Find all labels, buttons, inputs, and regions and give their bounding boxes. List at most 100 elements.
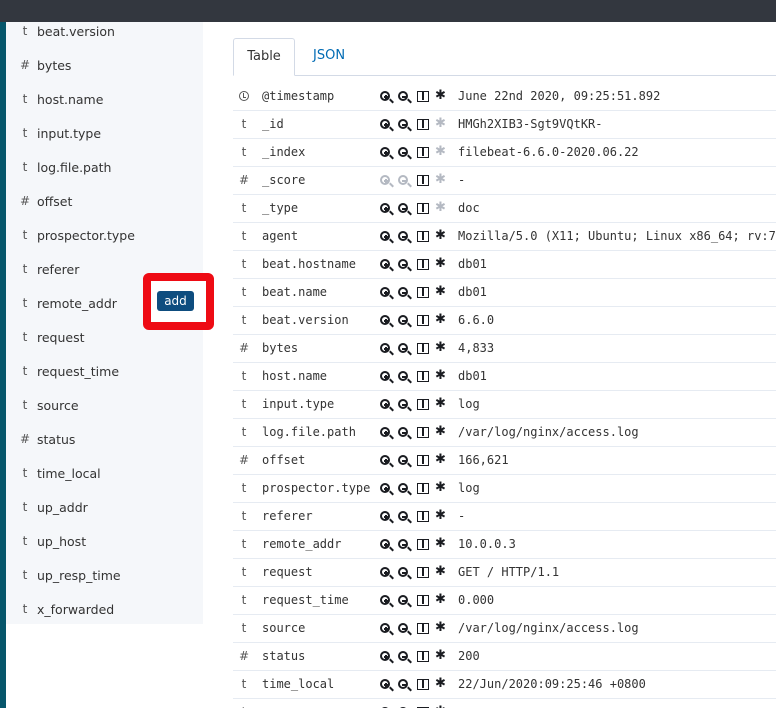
toggle-column-icon[interactable] — [417, 258, 429, 272]
zoom-in-icon[interactable] — [380, 538, 392, 552]
zoom-in-icon[interactable] — [380, 678, 392, 692]
zoom-out-icon[interactable] — [398, 426, 410, 440]
toggle-column-icon[interactable] — [417, 454, 429, 468]
toggle-column-icon[interactable] — [417, 426, 429, 440]
zoom-in-icon[interactable] — [380, 118, 392, 132]
zoom-in-icon[interactable] — [380, 174, 392, 188]
sidebar-field-item[interactable]: t beat.version — [6, 22, 203, 56]
zoom-in-icon[interactable] — [380, 482, 392, 496]
sidebar-field-item[interactable]: # offset — [6, 192, 203, 226]
zoom-out-icon[interactable] — [398, 258, 410, 272]
zoom-out-icon[interactable] — [398, 202, 410, 216]
asterisk-icon[interactable]: ✱ — [435, 144, 447, 160]
sidebar-field-item[interactable]: t request_time — [6, 362, 203, 396]
asterisk-icon[interactable]: ✱ — [435, 536, 447, 552]
sidebar-field-item[interactable]: # status — [6, 430, 203, 464]
zoom-in-icon[interactable] — [380, 426, 392, 440]
zoom-in-icon[interactable] — [380, 650, 392, 664]
asterisk-icon[interactable]: ✱ — [435, 452, 447, 468]
toggle-column-icon[interactable] — [417, 678, 429, 692]
zoom-out-icon[interactable] — [398, 566, 410, 580]
zoom-out-icon[interactable] — [398, 454, 410, 468]
sidebar-field-item[interactable]: # bytes — [6, 56, 203, 90]
zoom-out-icon[interactable] — [398, 314, 410, 328]
zoom-out-icon[interactable] — [398, 286, 410, 300]
zoom-in-icon[interactable] — [380, 90, 392, 104]
zoom-in-icon[interactable] — [380, 146, 392, 160]
asterisk-icon[interactable]: ✱ — [435, 648, 447, 664]
asterisk-icon[interactable]: ✱ — [435, 312, 447, 328]
toggle-column-icon[interactable] — [417, 230, 429, 244]
zoom-out-icon[interactable] — [398, 342, 410, 356]
zoom-out-icon[interactable] — [398, 678, 410, 692]
zoom-in-icon[interactable] — [380, 454, 392, 468]
zoom-out-icon[interactable] — [398, 650, 410, 664]
zoom-out-icon[interactable] — [398, 230, 410, 244]
sidebar-field-item[interactable]: t up_host — [6, 532, 203, 566]
toggle-column-icon[interactable] — [417, 342, 429, 356]
zoom-in-icon[interactable] — [380, 230, 392, 244]
toggle-column-icon[interactable] — [417, 622, 429, 636]
zoom-out-icon[interactable] — [398, 594, 410, 608]
zoom-in-icon[interactable] — [380, 566, 392, 580]
asterisk-icon[interactable]: ✱ — [435, 284, 447, 300]
toggle-column-icon[interactable] — [417, 146, 429, 160]
add-field-button[interactable]: add — [157, 291, 194, 311]
zoom-in-icon[interactable] — [380, 286, 392, 300]
asterisk-icon[interactable]: ✱ — [435, 228, 447, 244]
toggle-column-icon[interactable] — [417, 90, 429, 104]
sidebar-field-item[interactable]: t up_addr — [6, 498, 203, 532]
zoom-in-icon[interactable] — [380, 510, 392, 524]
toggle-column-icon[interactable] — [417, 286, 429, 300]
zoom-out-icon[interactable] — [398, 146, 410, 160]
toggle-column-icon[interactable] — [417, 650, 429, 664]
asterisk-icon[interactable]: ✱ — [435, 480, 447, 496]
sidebar-field-item[interactable]: t x_forwarded — [6, 600, 203, 634]
sidebar-field-item[interactable]: t up_resp_time — [6, 566, 203, 600]
asterisk-icon[interactable]: ✱ — [435, 88, 447, 104]
asterisk-icon[interactable]: ✱ — [435, 424, 447, 440]
asterisk-icon[interactable]: ✱ — [435, 368, 447, 384]
toggle-column-icon[interactable] — [417, 566, 429, 580]
toggle-column-icon[interactable] — [417, 594, 429, 608]
toggle-column-icon[interactable] — [417, 538, 429, 552]
toggle-column-icon[interactable] — [417, 482, 429, 496]
zoom-out-icon[interactable] — [398, 398, 410, 412]
zoom-out-icon[interactable] — [398, 174, 410, 188]
asterisk-icon[interactable]: ✱ — [435, 396, 447, 412]
sidebar-field-item[interactable]: t request — [6, 328, 203, 362]
asterisk-icon[interactable]: ✱ — [435, 340, 447, 356]
toggle-column-icon[interactable] — [417, 202, 429, 216]
sidebar-field-item[interactable]: t input.type — [6, 124, 203, 158]
zoom-in-icon[interactable] — [380, 594, 392, 608]
zoom-in-icon[interactable] — [380, 342, 392, 356]
asterisk-icon[interactable]: ✱ — [435, 256, 447, 272]
zoom-out-icon[interactable] — [398, 510, 410, 524]
sidebar-field-item[interactable]: t source — [6, 396, 203, 430]
asterisk-icon[interactable]: ✱ — [435, 620, 447, 636]
toggle-column-icon[interactable] — [417, 370, 429, 384]
zoom-in-icon[interactable] — [380, 622, 392, 636]
zoom-in-icon[interactable] — [380, 398, 392, 412]
asterisk-icon[interactable]: ✱ — [435, 564, 447, 580]
zoom-in-icon[interactable] — [380, 314, 392, 328]
zoom-in-icon[interactable] — [380, 202, 392, 216]
asterisk-icon[interactable]: ✱ — [435, 592, 447, 608]
sidebar-field-item[interactable]: t log.file.path — [6, 158, 203, 192]
toggle-column-icon[interactable] — [417, 314, 429, 328]
asterisk-icon[interactable]: ✱ — [435, 116, 447, 132]
zoom-in-icon[interactable] — [380, 370, 392, 384]
asterisk-icon[interactable]: ✱ — [435, 508, 447, 524]
tab-json[interactable]: JSON — [313, 38, 345, 76]
sidebar-field-item[interactable]: t host.name — [6, 90, 203, 124]
toggle-column-icon[interactable] — [417, 118, 429, 132]
zoom-out-icon[interactable] — [398, 622, 410, 636]
zoom-out-icon[interactable] — [398, 90, 410, 104]
toggle-column-icon[interactable] — [417, 174, 429, 188]
toggle-column-icon[interactable] — [417, 510, 429, 524]
zoom-out-icon[interactable] — [398, 118, 410, 132]
asterisk-icon[interactable]: ✱ — [435, 172, 447, 188]
zoom-out-icon[interactable] — [398, 370, 410, 384]
sidebar-field-item[interactable]: t time_local — [6, 464, 203, 498]
asterisk-icon[interactable]: ✱ — [435, 676, 447, 692]
